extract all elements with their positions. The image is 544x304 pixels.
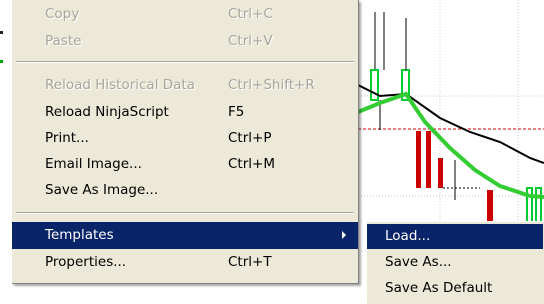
chart-edge-marker	[0, 60, 3, 63]
menu-item-paste: Paste Ctrl+V	[12, 28, 358, 55]
menu-item-label: Templates	[45, 227, 114, 243]
candle-down	[487, 190, 493, 222]
submenu-item-save-as[interactable]: Save As...	[367, 250, 543, 275]
chart-edge-marker	[0, 31, 3, 34]
submenu-item-label: Load...	[385, 228, 431, 244]
menu-item-print[interactable]: Print... Ctrl+P	[12, 125, 358, 152]
menu-item-save-as-image[interactable]: Save As Image...	[12, 177, 358, 204]
menu-item-label: Reload Historical Data	[45, 77, 195, 93]
menu-item-shortcut: Ctrl+T	[228, 254, 272, 270]
menu-item-shortcut: Ctrl+C	[228, 6, 273, 22]
candle-down	[416, 131, 421, 188]
menu-item-reload-historical-data: Reload Historical Data Ctrl+Shift+R	[12, 72, 358, 99]
menu-item-label: Save As Image...	[45, 182, 159, 198]
submenu-item-label: Save As...	[385, 254, 452, 270]
menu-item-properties[interactable]: Properties... Ctrl+T	[12, 249, 358, 276]
menu-item-reload-ninjascript[interactable]: Reload NinjaScript F5	[12, 99, 358, 126]
menu-item-shortcut: F5	[228, 104, 245, 120]
templates-submenu: Load... Save As... Save As Default	[366, 221, 544, 304]
menu-separator	[16, 61, 354, 63]
menu-item-shortcut: Ctrl+Shift+R	[228, 77, 315, 93]
menu-item-email-image[interactable]: Email Image... Ctrl+M	[12, 151, 358, 178]
menu-item-shortcut: Ctrl+P	[228, 130, 272, 146]
candle-down	[438, 158, 443, 188]
menu-item-label: Reload NinjaScript	[45, 104, 169, 120]
menu-item-shortcut: Ctrl+V	[228, 33, 273, 49]
menu-item-label: Print...	[45, 130, 89, 146]
menu-separator	[16, 212, 354, 214]
menu-item-templates[interactable]: Templates	[12, 222, 358, 249]
submenu-item-load[interactable]: Load...	[367, 224, 543, 249]
chart-context-menu: Copy Ctrl+C Paste Ctrl+V Reload Historic…	[12, 0, 359, 284]
menu-item-label: Copy	[45, 6, 80, 22]
submenu-arrow-icon	[342, 231, 346, 239]
submenu-item-save-as-default[interactable]: Save As Default	[367, 276, 543, 301]
menu-item-copy: Copy Ctrl+C	[12, 1, 358, 28]
candle-down	[426, 131, 431, 188]
menu-item-label: Paste	[45, 33, 82, 49]
menu-item-label: Properties...	[45, 254, 127, 270]
menu-item-label: Email Image...	[45, 156, 142, 172]
submenu-item-label: Save As Default	[385, 280, 493, 296]
menu-item-shortcut: Ctrl+M	[228, 156, 275, 172]
